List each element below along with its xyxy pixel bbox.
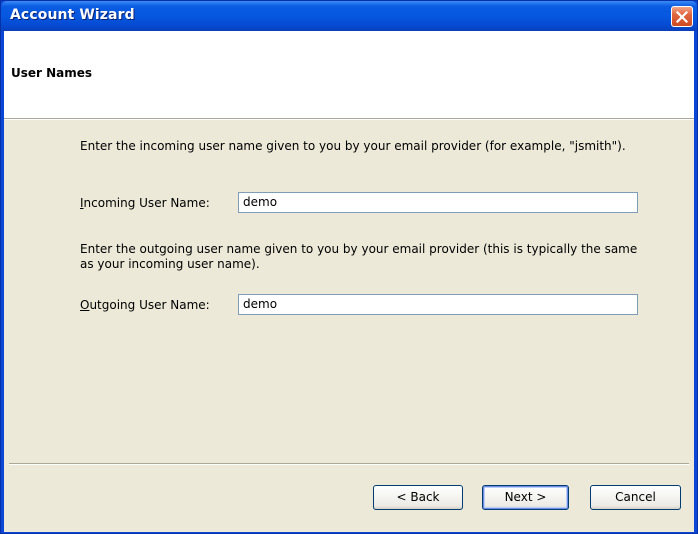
next-button[interactable]: Next > [482, 485, 569, 510]
outgoing-description: Enter the outgoing user name given to yo… [80, 242, 638, 271]
close-icon [676, 10, 688, 23]
footer-divider [9, 463, 689, 465]
incoming-user-name-input[interactable]: demo [238, 192, 638, 213]
cancel-button[interactable]: Cancel [590, 485, 681, 510]
incoming-user-name-label: Incoming User Name: [80, 196, 210, 210]
back-button[interactable]: < Back [373, 485, 463, 510]
outgoing-user-name-label: Outgoing User Name: [80, 298, 210, 312]
outgoing-user-name-input[interactable]: demo [238, 294, 638, 315]
close-button[interactable] [671, 6, 693, 27]
window-title: Account Wizard [10, 7, 135, 23]
title-bar[interactable]: Account Wizard [1, 1, 697, 31]
page-title: User Names [11, 66, 93, 80]
wizard-header: User Names [4, 31, 694, 120]
incoming-description: Enter the incoming user name given to yo… [80, 139, 626, 153]
wizard-client-area: User Names Enter the incoming user name … [4, 31, 694, 532]
account-wizard-window: Account Wizard User Names Enter the inco… [0, 0, 698, 534]
